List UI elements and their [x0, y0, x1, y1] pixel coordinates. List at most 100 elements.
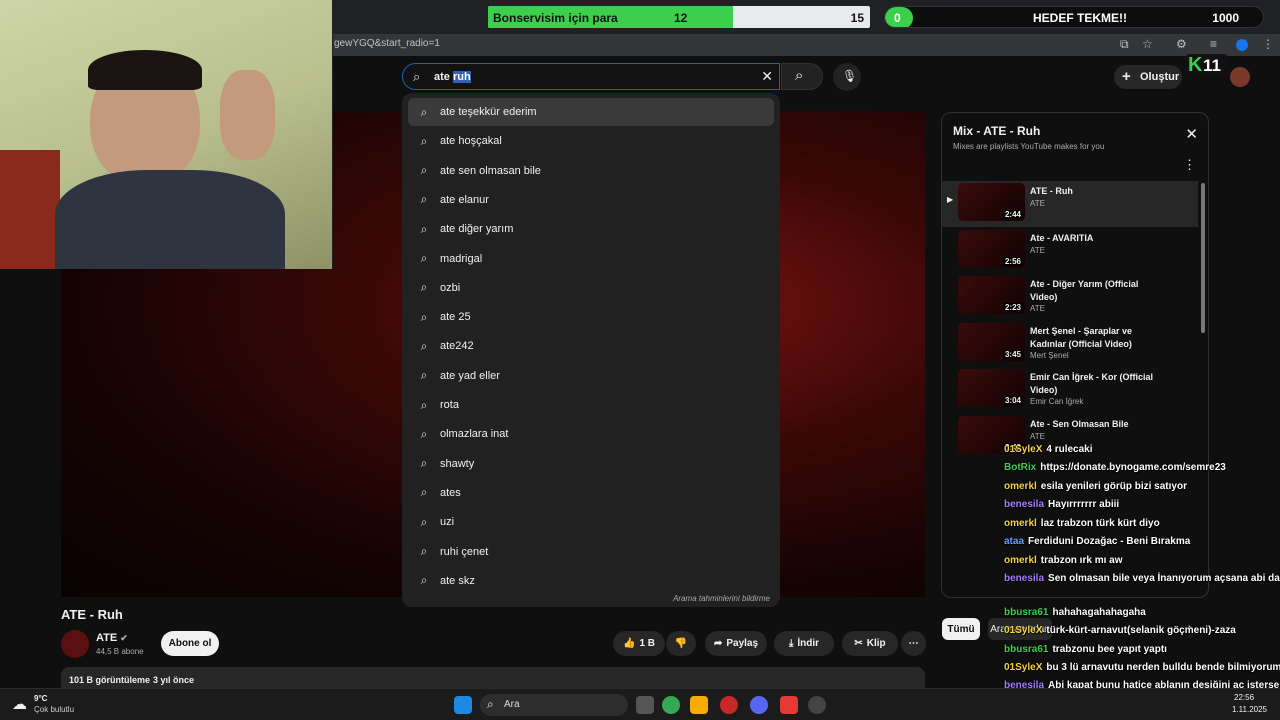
channel-name[interactable]: ATE — [96, 632, 117, 644]
thumbs-down-icon: 👎 — [674, 638, 688, 649]
chat-text: esila yenileri görüp bizi satıyor — [1040, 481, 1187, 492]
suggestion-item[interactable]: ⌕ ozbi — [408, 274, 774, 302]
chat-username: benesila — [1004, 573, 1045, 584]
suggestion-item[interactable]: ⌕ uzi — [408, 508, 774, 536]
chat-text: trabzon ırk mı aw — [1040, 555, 1123, 566]
suggestion-item[interactable]: ⌕ ate elanur — [408, 186, 774, 214]
chat-text: Sen olmasan bile veya İnanıyorum açsana … — [1048, 573, 1280, 584]
video-thumbnail[interactable]: 2:23 — [958, 276, 1025, 314]
more-actions-button[interactable]: ⋯ — [901, 631, 926, 656]
thumbs-up-icon: 👍 — [622, 638, 636, 649]
playlist-item[interactable]: 2:23 Ate - Diğer Yarım (Official Video) AT… — [942, 274, 1198, 320]
channel-avatar[interactable] — [61, 630, 89, 658]
search-button[interactable]: ⌕ — [781, 63, 823, 90]
voice-search-button[interactable]: 🎙 — [833, 63, 861, 91]
chat-username: ataa — [1004, 536, 1025, 547]
chrome-icon[interactable] — [662, 696, 680, 714]
create-button[interactable]: + Oluştur — [1114, 65, 1182, 89]
suggestion-item[interactable]: ⌕ rota — [408, 391, 774, 419]
goal-label: HEDEF TEKME!! — [1033, 11, 1127, 25]
suggestion-text: ate elanur — [440, 193, 489, 206]
download-button[interactable]: ⤓ İndir — [774, 631, 834, 656]
chat-message: benesila Hayırrrrrrr abiii — [1004, 499, 1119, 510]
dislike-button[interactable]: 👎 — [666, 631, 696, 656]
share-button[interactable]: ➦ Paylaş — [705, 631, 767, 656]
playlist-scrollbar[interactable] — [1201, 183, 1205, 333]
suggestion-item[interactable]: ⌕ ate diğer yarım — [408, 215, 774, 243]
video-thumbnail[interactable]: 2:56 — [958, 229, 1025, 268]
chat-text: bu 3 lü arnavutu nerden bulldu bende bil… — [1046, 662, 1280, 673]
search-icon: ⌕ — [420, 573, 428, 588]
playlist-item[interactable]: ▶ 2:44 ATE - Ruh ATE — [942, 181, 1198, 227]
windows-start-icon[interactable] — [454, 696, 472, 714]
video-thumbnail[interactable]: 2:44 — [958, 183, 1025, 221]
video-thumbnail[interactable]: 3:45 — [958, 322, 1025, 361]
suggestion-item[interactable]: ⌕ ate242 — [408, 332, 774, 360]
suggestion-item[interactable]: ⌕ ate teşekkür ederim — [408, 98, 774, 126]
taskbar-search[interactable]: ⌕ Ara — [480, 694, 628, 716]
suggestion-item[interactable]: ⌕ shawty — [408, 450, 774, 478]
donation-label: Bonservisim için para — [493, 11, 618, 25]
plus-icon: + — [1122, 68, 1131, 85]
opera-icon[interactable] — [720, 696, 738, 714]
subscribe-button[interactable]: Abone ol — [161, 631, 219, 656]
more-options-icon[interactable]: ⋮ — [1183, 157, 1196, 173]
report-suggestions-link[interactable]: Arama tahminlerini bildirme — [673, 594, 770, 603]
suggestion-text: uzi — [440, 516, 455, 529]
k-logo-icon: K — [1188, 54, 1203, 76]
bookmark-star-icon[interactable]: ☆ — [1142, 37, 1153, 51]
suggestion-item[interactable]: ⌕ ate hoşçakal — [408, 127, 774, 155]
streamer-hair — [88, 50, 202, 90]
user-avatar[interactable] — [1230, 67, 1250, 87]
suggestion-item[interactable]: ⌕ olmazlara inat — [408, 420, 774, 448]
search-icon: ⌕ — [487, 697, 494, 711]
file-explorer-icon[interactable] — [690, 696, 708, 714]
discord-icon[interactable] — [750, 696, 768, 714]
search-icon: ⌕ — [420, 544, 428, 558]
clip-button[interactable]: ✂ Klip — [842, 631, 898, 656]
video-duration: 3:45 — [1002, 349, 1023, 359]
channel-badge-number: 11 — [1203, 56, 1221, 75]
suggestion-item[interactable]: ⌕ madrigal — [408, 245, 774, 273]
video-duration: 2:23 — [1002, 303, 1023, 312]
donation-current: 12 — [674, 11, 688, 25]
like-button[interactable]: 👍 1 B — [613, 631, 665, 656]
browser-menu-icon[interactable]: ⋮ — [1262, 37, 1274, 51]
app-icon[interactable] — [780, 696, 798, 714]
filter-chip-all[interactable]: Tümü — [942, 618, 980, 640]
suggestion-item[interactable]: ⌕ ate yad eller — [408, 362, 774, 390]
suggestion-item[interactable]: ⌕ ruhi çenet — [408, 538, 774, 566]
search-icon: ⌕ — [420, 338, 428, 353]
suggestion-item[interactable]: ⌕ ate sen olmasan bile — [408, 157, 774, 185]
profile-avatar[interactable] — [1236, 39, 1248, 51]
suggestion-item[interactable]: ⌕ ate skz — [408, 567, 774, 595]
playlist-item[interactable]: 2:56 Ate - AVARITIA ATE — [942, 228, 1198, 274]
webcam-overlay — [0, 0, 333, 269]
obs-icon[interactable] — [808, 696, 826, 714]
install-icon[interactable]: ⧉ — [1120, 37, 1129, 52]
clear-search-icon[interactable]: ✕ — [761, 68, 773, 85]
search-icon: ⌕ — [420, 514, 428, 529]
playlist-item[interactable]: 3:45 Mert Şenel - Şaraplar ve Kadınlar (O… — [942, 321, 1198, 367]
playlist-item[interactable]: 3:04 Emir Can İğrek - Kor (Official Video… — [942, 367, 1198, 413]
video-duration: 3:04 — [1002, 396, 1023, 405]
close-icon[interactable]: ✕ — [1185, 125, 1198, 143]
suggestion-text: ates — [440, 486, 461, 499]
chat-username: BotRix — [1004, 462, 1037, 473]
search-icon: ⌕ — [795, 67, 804, 84]
weather-temp: 9°C — [34, 694, 48, 703]
media-icon[interactable]: ≡ — [1210, 37, 1217, 51]
suggestion-item[interactable]: ⌕ ate 25 — [408, 303, 774, 331]
task-view-icon[interactable] — [636, 696, 654, 714]
extensions-icon[interactable]: ⚙ — [1176, 37, 1187, 51]
like-count: 1 B — [639, 638, 655, 649]
search-input[interactable]: ⌕ ate ruh ✕ — [402, 63, 780, 90]
suggestion-item[interactable]: ⌕ ates — [408, 479, 774, 507]
search-icon: ⌕ — [413, 69, 421, 84]
search-icon: ⌕ — [420, 426, 428, 441]
download-label: İndir — [797, 638, 820, 649]
video-thumbnail[interactable]: 3:04 — [958, 369, 1025, 407]
chat-username: omerkl — [1004, 481, 1037, 492]
suggestion-text: ate hoşçakal — [440, 135, 502, 148]
search-icon: ⌕ — [420, 163, 428, 178]
